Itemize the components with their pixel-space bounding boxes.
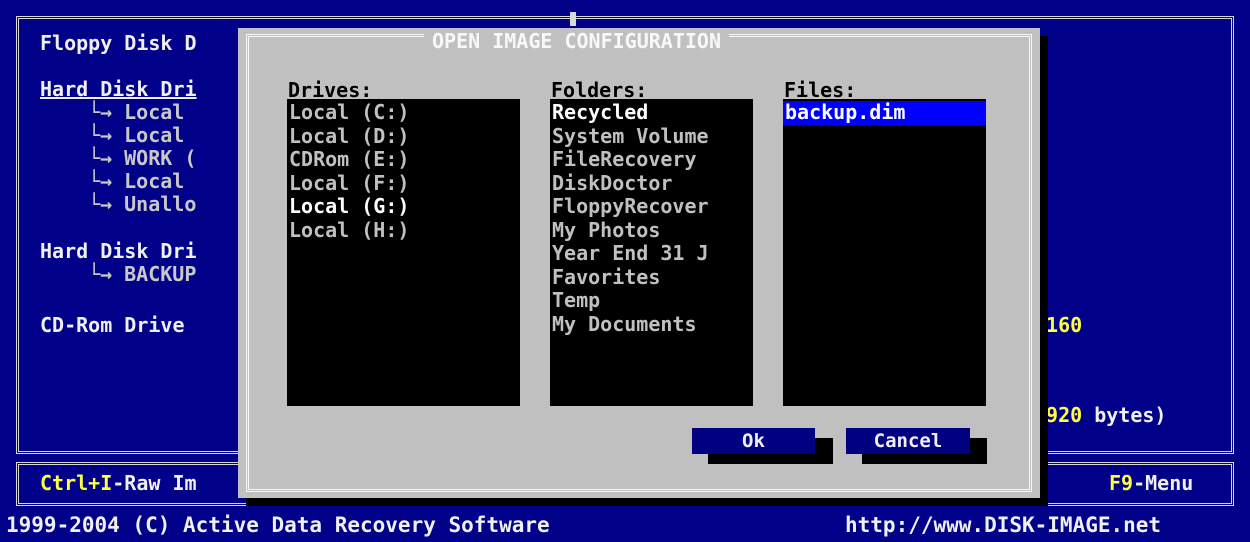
dialog-title: OPEN IMAGE CONFIGURATION (424, 30, 729, 53)
floppy-drive-label[interactable]: Floppy Disk D (40, 32, 197, 55)
frame-divider-mark (570, 12, 576, 26)
partition-item[interactable]: └→ Local (88, 101, 196, 124)
arrow-icon: └→ (88, 100, 113, 124)
drive-item[interactable]: Local (C:) (287, 100, 520, 125)
partition-item[interactable]: └→ BACKUP (88, 263, 196, 286)
folder-item[interactable]: Favorites (550, 265, 753, 290)
arrow-icon: └→ (88, 192, 113, 216)
arrow-icon: └→ (88, 169, 113, 193)
drive-item[interactable]: Local (F:) (287, 171, 520, 196)
cdrom-drive-label[interactable]: CD-Rom Drive (40, 314, 185, 337)
partition-item[interactable]: └→ Local (88, 124, 196, 147)
ok-button[interactable]: Ok (692, 428, 815, 454)
file-item-selected[interactable]: backup.dim (783, 100, 986, 125)
drive-item[interactable]: Local (D:) (287, 124, 520, 149)
website-url: http://www.DISK-IMAGE.net (845, 513, 1162, 537)
drive-item[interactable]: Local (H:) (287, 218, 520, 243)
copyright-text: 1999-2004 (C) Active Data Recovery Softw… (6, 513, 550, 537)
folder-item[interactable]: Recycled (550, 100, 753, 125)
drive-bytes-value: 1920 bytes) (1034, 403, 1167, 427)
hard-disk-1-label[interactable]: Hard Disk Dri (40, 78, 197, 101)
partition-item[interactable]: └→ Local (88, 170, 196, 193)
files-list[interactable]: backup.dim (783, 99, 986, 406)
menu-hint[interactable]: F9-Menu (1109, 472, 1193, 495)
arrow-icon: └→ (88, 262, 113, 286)
folder-item[interactable]: My Photos (550, 218, 753, 243)
drive-item[interactable]: CDRom (E:) (287, 147, 520, 172)
folder-item[interactable]: DiskDoctor (550, 171, 753, 196)
drives-list[interactable]: Local (C:) Local (D:) CDRom (E:) Local (… (287, 99, 520, 406)
folder-item[interactable]: System Volume (550, 124, 753, 149)
folders-list[interactable]: Recycled System Volume FileRecovery Disk… (550, 99, 753, 406)
partition-item[interactable]: └→ Unallo (88, 193, 196, 216)
folder-item[interactable]: FileRecovery (550, 147, 753, 172)
folder-item[interactable]: Temp (550, 288, 753, 313)
cancel-button[interactable]: Cancel (846, 428, 970, 454)
raw-image-hint[interactable]: Ctrl+I-Raw Im (40, 472, 197, 495)
partition-item[interactable]: └→ WORK ( (88, 147, 196, 170)
drive-item-selected[interactable]: Local (G:) (287, 194, 520, 219)
arrow-icon: └→ (88, 146, 113, 170)
hard-disk-1-partitions: └→ Local └→ Local └→ WORK ( └→ Local └→ … (88, 101, 196, 216)
arrow-icon: └→ (88, 123, 113, 147)
folder-item[interactable]: Year End 31 J (550, 241, 753, 266)
folder-item[interactable]: FloppyRecover (550, 194, 753, 219)
folder-item[interactable]: My Documents (550, 312, 753, 337)
hard-disk-2-label[interactable]: Hard Disk Dri (40, 240, 197, 263)
drive-size-value: 0160 (1034, 313, 1083, 337)
